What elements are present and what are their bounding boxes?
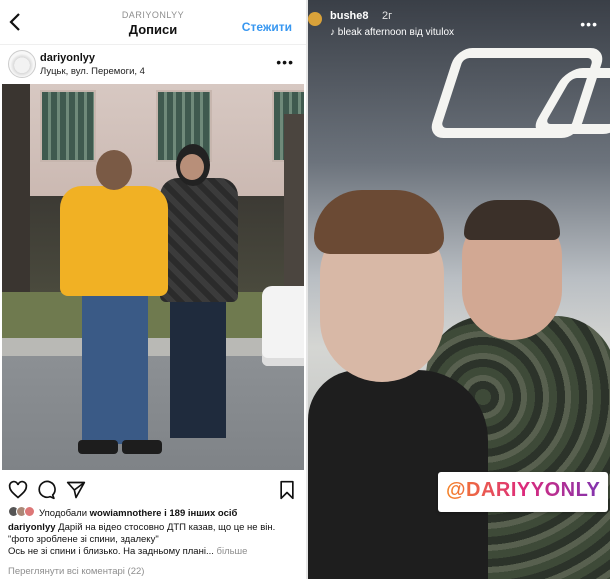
music-separator: від — [406, 27, 426, 38]
story-time: 2г — [382, 10, 393, 22]
comment-icon[interactable] — [36, 480, 56, 500]
music-track: bleak afternoon — [337, 27, 407, 38]
follow-button[interactable]: Стежити — [242, 20, 292, 34]
likes-prefix: Уподобали — [39, 508, 90, 519]
likes-user-link[interactable]: wowiamnothere — [90, 508, 162, 519]
like-heart-icon[interactable] — [8, 480, 28, 500]
story-avatar[interactable] — [308, 12, 322, 26]
instagram-story-panel[interactable]: bushe8 2г ♪ bleak afternoon від vitulox … — [308, 0, 610, 579]
story-person-left — [308, 190, 488, 579]
photo-tree — [284, 114, 304, 294]
caption-text-2: "фото зроблене зі спини, здалеку" — [8, 534, 159, 545]
mention-tag-text: @DARIYYONLY — [446, 479, 601, 501]
mention-sticker[interactable]: @DARIYYONLY — [438, 472, 608, 512]
caption-text-1: Дарій на відео стосовно ДТП казав, що це… — [55, 522, 276, 533]
header-username: DARIYONLYY — [121, 10, 185, 20]
likes-summary[interactable]: Уподобали wowiamnothere і 189 інших осіб — [8, 506, 237, 519]
avatar[interactable] — [8, 50, 36, 78]
liker-avatar-icon — [24, 506, 35, 517]
bookmark-icon[interactable] — [278, 480, 298, 500]
caption-username[interactable]: dariyonlyy — [8, 522, 56, 533]
post-photo[interactable] — [2, 84, 304, 470]
story-more-options-icon[interactable]: ••• — [580, 16, 598, 32]
music-note-icon: ♪ — [330, 27, 335, 38]
caption-line-3: Ось не зі спини і близько. На задньому п… — [8, 546, 304, 558]
story-username[interactable]: bushe8 — [330, 10, 369, 22]
photo-tree — [2, 84, 30, 294]
caption-line-1: dariyonlyy Дарій на відео стосовно ДТП к… — [8, 522, 304, 534]
caption-line-2: "фото зроблене зі спини, здалеку" — [8, 534, 304, 546]
photo-car — [262, 286, 304, 366]
more-options-icon[interactable]: ••• — [276, 54, 294, 70]
instagram-post-panel: DARIYONLYY Дописи Стежити dariyonlyy Луц… — [0, 0, 306, 579]
music-artist: vitulox — [425, 27, 455, 38]
share-send-icon[interactable] — [66, 480, 86, 500]
story-music-credit[interactable]: ♪ bleak afternoon від vitulox — [330, 27, 454, 38]
more-link[interactable]: більше — [217, 546, 248, 557]
likes-count[interactable]: і 189 інших осіб — [161, 508, 237, 519]
caption-text-3: Ось не зі спини і близько. На задньому п… — [8, 546, 214, 557]
view-all-comments-link[interactable]: Переглянути всі коментарі (22) — [8, 566, 144, 577]
post-location[interactable]: Луцьк, вул. Перемоги, 4 — [40, 66, 145, 77]
photo-person-yellow-jacket — [60, 150, 168, 466]
post-username[interactable]: dariyonlyy — [40, 52, 95, 64]
post-page-header: DARIYONLYY Дописи Стежити — [0, 0, 306, 45]
